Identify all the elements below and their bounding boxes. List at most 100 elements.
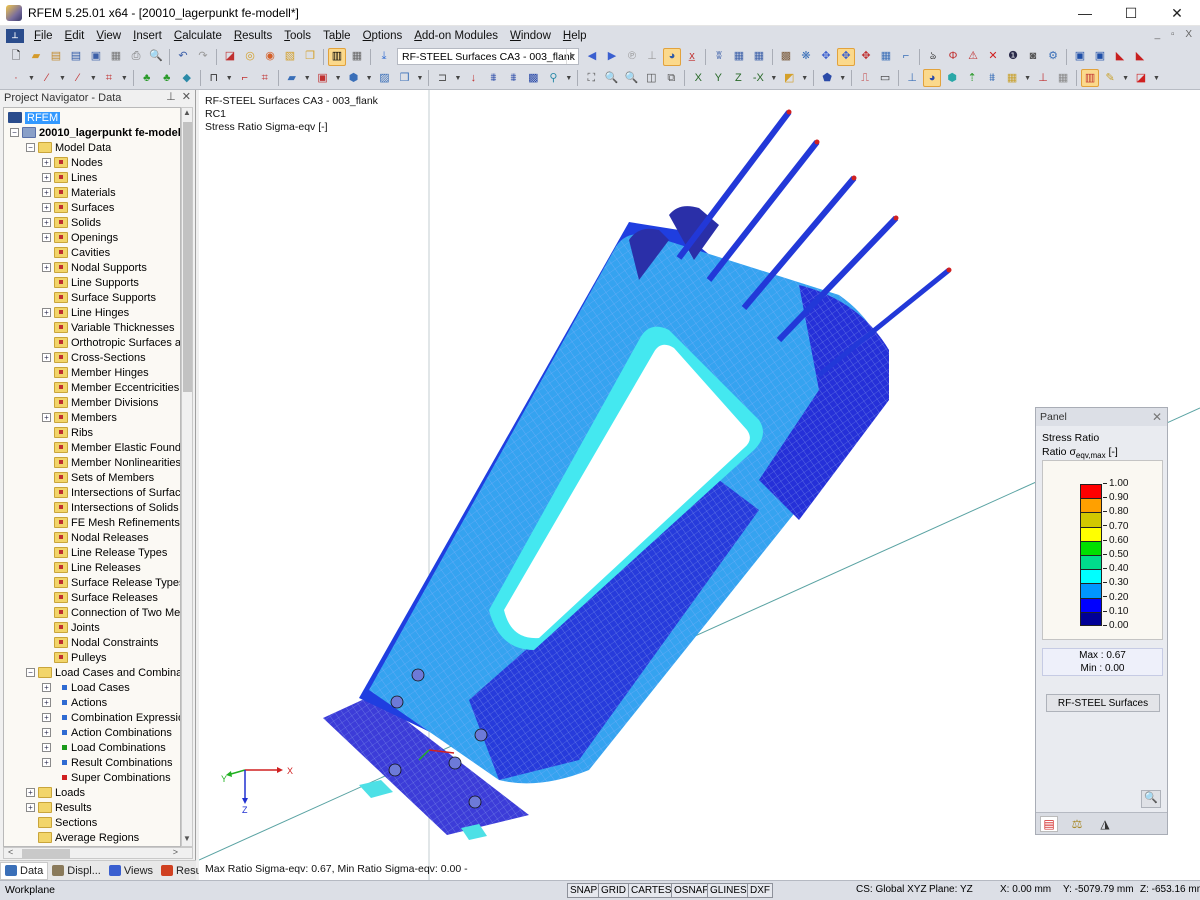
color-spectrum-icon[interactable]: ◪ [1132, 69, 1150, 87]
tree-item-nodes[interactable]: + Nodes [42, 155, 103, 170]
snap-toggle[interactable]: SNAP [567, 883, 601, 898]
expand-icon[interactable]: + [42, 353, 51, 362]
tree-load-cases-combinations[interactable]: − Load Cases and Combinatio [26, 665, 180, 680]
collapse-icon[interactable]: − [26, 143, 35, 152]
set-icon[interactable]: ❒ [396, 69, 414, 87]
tree-item-nodal-releases[interactable]: Nodal Releases [42, 530, 149, 545]
new-line-icon[interactable]: ⁄ [38, 69, 56, 87]
tree-root-rfem[interactable]: RFEM [8, 110, 61, 125]
result-values-icon[interactable]: ⊥ [643, 48, 661, 66]
tree-item-super-combinations[interactable]: Super Combinations [42, 770, 171, 785]
menu-tools[interactable]: Tools [278, 30, 317, 42]
view-x-icon[interactable]: X [689, 69, 707, 87]
chevron-down-icon[interactable]: ▼ [566, 49, 578, 64]
dimension-line-icon[interactable]: ⌐ [236, 69, 254, 87]
camera-icon[interactable]: ▭ [876, 69, 894, 87]
animation-icon[interactable]: ʬ [710, 48, 728, 66]
solid-icon[interactable]: ⬢ [345, 69, 363, 87]
tree-item-lines[interactable]: + Lines [42, 170, 97, 185]
grid-toggle[interactable]: GRID [598, 883, 629, 898]
scroll-right-icon[interactable]: > [173, 847, 178, 857]
dxf-toggle[interactable]: DXF [747, 883, 773, 898]
print-icon[interactable]: ⎙ [127, 48, 145, 66]
result-numbers-icon[interactable]: x̲ [683, 48, 701, 66]
collapse-icon[interactable]: − [10, 128, 19, 137]
menu-window[interactable]: Window [504, 30, 557, 42]
cartes-toggle[interactable]: CARTES [628, 883, 675, 898]
hscroll-thumb[interactable] [22, 849, 70, 858]
tree-model-data[interactable]: − Model Data [26, 140, 111, 155]
new-surface-icon[interactable]: ⌗ [100, 69, 118, 87]
tree-item-combination-expression[interactable]: + Combination Expression [42, 710, 180, 725]
expand-icon[interactable]: + [26, 803, 35, 812]
calculate-icon[interactable]: ◎ [241, 48, 259, 66]
panel-toggle-icon[interactable]: ▦ [348, 48, 366, 66]
scroll-left-icon[interactable]: < [8, 847, 13, 857]
expand-icon[interactable]: + [42, 263, 51, 272]
menu-view[interactable]: View [90, 30, 127, 42]
tree-item-member-nonlinearities[interactable]: Member Nonlinearities [42, 455, 180, 470]
nodal-support-icon[interactable]: ♣ [138, 69, 156, 87]
tree-item-nodal-supports[interactable]: + Nodal Supports [42, 260, 147, 275]
line-support-icon[interactable]: ♣ [158, 69, 176, 87]
panel-search-icon[interactable]: 🔍 [1141, 790, 1161, 808]
export-icon[interactable]: ▣ [1071, 48, 1089, 66]
expand-icon[interactable]: + [26, 788, 35, 797]
trajectories-icon[interactable]: ⇡ [963, 69, 981, 87]
print-preview-icon[interactable]: 🔍 [147, 48, 165, 66]
solid-load-icon[interactable]: ▩ [524, 69, 542, 87]
expand-icon[interactable]: + [42, 683, 51, 692]
close-button[interactable]: ✕ [1154, 0, 1200, 26]
display-tab-icon[interactable]: ◮ [1096, 816, 1114, 832]
tree-project[interactable]: − 20010_lagerpunkt fe-modell* [10, 125, 180, 140]
tree-item-member-elastic-foundati[interactable]: Member Elastic Foundati [42, 440, 180, 455]
dimension-icon[interactable]: ⌐ [897, 48, 915, 66]
expand-icon[interactable]: + [42, 173, 51, 182]
expand-icon[interactable]: + [42, 713, 51, 722]
new-window-icon[interactable]: ❐ [301, 48, 319, 66]
menu-help[interactable]: Help [557, 30, 593, 42]
iso-surface-icon[interactable]: ◕ [923, 69, 942, 87]
maximize-button[interactable]: ☐ [1108, 0, 1154, 26]
tree-item-line-supports[interactable]: Line Supports [42, 275, 139, 290]
color-panel-icon[interactable]: ▥ [1081, 69, 1100, 87]
tree-item-sections[interactable]: Sections [26, 815, 97, 830]
expand-icon[interactable]: + [42, 743, 51, 752]
mesh-icon[interactable]: ❋ [797, 48, 815, 66]
expand-icon[interactable]: + [42, 203, 51, 212]
tree-horizontal-scrollbar[interactable]: < > [3, 847, 193, 859]
imperfection-icon[interactable]: ⚲ [544, 69, 562, 87]
tree-item-line-releases[interactable]: Line Releases [42, 560, 141, 575]
surface-load-icon[interactable]: ⩩ [504, 69, 522, 87]
expand-icon[interactable]: + [42, 758, 51, 767]
calculate-all-icon[interactable]: ◉ [261, 48, 279, 66]
new-file-icon[interactable]: 🗋 [7, 48, 25, 66]
tree-item-materials[interactable]: + Materials [42, 185, 116, 200]
expand-icon[interactable]: + [42, 218, 51, 227]
color-legend[interactable]: 1.00 0.90 0.80 0.70 0.60 0.50 0.40 0.30 0.20 0.10… [1042, 460, 1163, 640]
iso-view-icon[interactable]: ◫ [642, 69, 660, 87]
tree-item-intersections-of-surfaces[interactable]: Intersections of Surfaces [42, 485, 180, 500]
solid-results-icon[interactable]: ⬢ [943, 69, 961, 87]
open-archive-icon[interactable]: ▤ [47, 48, 65, 66]
osnap-toggle[interactable]: OSNAP [671, 883, 713, 898]
navigator-tab-views[interactable]: Views [105, 862, 157, 880]
menu-results[interactable]: Results [228, 30, 278, 42]
tree-item-solids[interactable]: + Solids [42, 215, 101, 230]
tree-item-loads[interactable]: + Loads [26, 785, 85, 800]
load-case-icon[interactable]: ⊐ [433, 69, 451, 87]
expand-icon[interactable]: + [42, 188, 51, 197]
tree-item-result-combinations[interactable]: + Result Combinations [42, 755, 173, 770]
tree-item-fe-mesh-refinements[interactable]: FE Mesh Refinements [42, 515, 180, 530]
tree-item-load-cases[interactable]: + Load Cases [42, 680, 130, 695]
view-z-icon[interactable]: Z [729, 69, 747, 87]
surface-region-icon[interactable]: ▣ [314, 69, 332, 87]
expand-icon[interactable]: + [42, 413, 51, 422]
tree-item-action-combinations[interactable]: + Action Combinations [42, 725, 172, 740]
expand-icon[interactable]: + [42, 698, 51, 707]
rib-icon[interactable]: ⌗ [256, 69, 274, 87]
zoom-window-icon[interactable]: 🔍 [602, 69, 620, 87]
glines-toggle[interactable]: GLINES [707, 883, 750, 898]
result-layout-icon[interactable]: ▦ [1003, 69, 1021, 87]
menu-calculate[interactable]: Calculate [168, 30, 228, 42]
